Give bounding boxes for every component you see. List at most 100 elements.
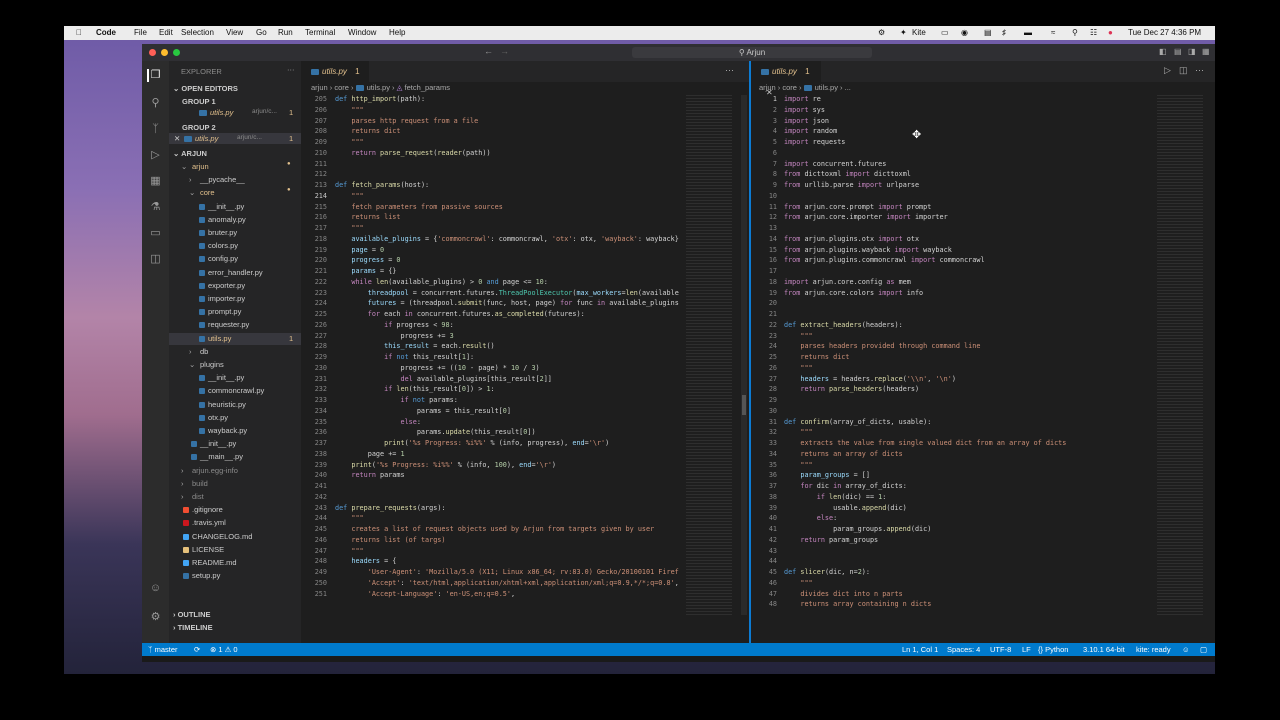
tree-file[interactable]: README.md [169, 557, 301, 569]
menu-help[interactable]: Help [389, 28, 405, 37]
menu-view[interactable]: View [226, 28, 243, 37]
tree-file[interactable]: commoncrawl.py [169, 385, 301, 397]
tree-file[interactable]: otx.py [169, 412, 301, 424]
more-actions-icon[interactable]: ⋯ [725, 65, 734, 76]
customize-layout-icon[interactable]: ▦ [1202, 47, 1210, 56]
tree-file[interactable]: requester.py [169, 319, 301, 331]
tree-file[interactable]: utils.py 1 [169, 332, 301, 345]
menu-selection[interactable]: Selection [181, 28, 214, 37]
command-center[interactable]: ⚲ Arjun [632, 47, 872, 58]
cursor-position[interactable]: Ln 1, Col 1 [902, 645, 938, 654]
menu-file[interactable]: File [134, 28, 147, 37]
manage-gear-icon[interactable]: ⚙ [149, 611, 162, 624]
tree-file[interactable]: anomaly.py [169, 214, 301, 226]
extensions-icon[interactable]: ▦ [149, 175, 162, 188]
tab-utils-py[interactable]: utils.py 1 [301, 61, 369, 82]
source-control-icon[interactable]: ᛉ [149, 123, 162, 136]
tree-file[interactable]: colors.py [169, 240, 301, 252]
menu-run[interactable]: Run [278, 28, 293, 37]
run-debug-icon[interactable]: ▷ [149, 149, 162, 162]
tree-file[interactable]: CHANGELOG.md [169, 531, 301, 543]
breadcrumb-item[interactable]: fetch_params [405, 83, 450, 92]
tree-folder[interactable]: › db [169, 346, 301, 358]
tree-file[interactable]: exporter.py [169, 280, 301, 292]
open-editor-group1[interactable]: utils.py arjun/c... 1 [169, 107, 301, 118]
tree-folder[interactable]: › arjun.egg-info [169, 465, 301, 477]
open-editor-group2[interactable]: ✕ utils.py arjun/c... 1 [169, 133, 301, 144]
tree-file[interactable]: __init__.py [169, 438, 301, 450]
tree-file[interactable]: __init__.py [169, 201, 301, 213]
close-window-icon[interactable] [149, 49, 156, 56]
open-editors-header[interactable]: ⌄ OPEN EDITORS [173, 84, 238, 93]
language-mode[interactable]: {} Python [1038, 645, 1068, 654]
tree-file[interactable]: LICENSE [169, 544, 301, 556]
toggle-panel-icon[interactable]: ▤ [1174, 47, 1182, 56]
sync-icon[interactable]: ⟳ [194, 645, 200, 654]
project-header[interactable]: ⌄ ARJUN [173, 149, 207, 158]
notifications-icon[interactable]: ▢ [1200, 645, 1207, 654]
explorer-icon[interactable]: ❐ [147, 69, 162, 82]
group1-header[interactable]: GROUP 1 [182, 97, 216, 106]
remote-explorer-icon[interactable]: ▭ [149, 227, 162, 240]
tree-file[interactable]: bruter.py [169, 227, 301, 239]
menu-go[interactable]: Go [256, 28, 267, 37]
breadcrumb-item[interactable]: arjun [311, 83, 328, 92]
battery-icon[interactable]: ▬ [1024, 28, 1032, 37]
problems-status[interactable]: ⊗ 1 ⚠ 0 [210, 645, 238, 654]
run-icon[interactable]: ▷ [1164, 65, 1171, 76]
database-icon[interactable]: ◫ [149, 253, 162, 266]
tree-file[interactable]: error_handler.py [169, 267, 301, 279]
breadcrumb-item[interactable]: ... [845, 83, 851, 92]
menu-window[interactable]: Window [348, 28, 376, 37]
encoding[interactable]: UTF-8 [990, 645, 1011, 654]
zoom-window-icon[interactable] [173, 49, 180, 56]
tree-file[interactable]: config.py [169, 253, 301, 265]
breadcrumb-item[interactable]: core [782, 83, 797, 92]
tree-folder[interactable]: › build [169, 478, 301, 490]
tree-file[interactable]: __init__.py [169, 372, 301, 384]
breadcrumb-item[interactable]: utils.py [815, 83, 838, 92]
forward-arrow-icon[interactable]: → [500, 46, 509, 56]
code-editor[interactable]: 1 import re 2 import sys 3 import json 4 import… [751, 95, 1151, 651]
testing-icon[interactable]: ⚗ [149, 201, 162, 214]
minimize-window-icon[interactable] [161, 49, 168, 56]
code-editor[interactable]: 205 def http_import(path): 206 """ 207 pars… [301, 95, 681, 651]
python-interpreter[interactable]: 3.10.1 64-bit [1083, 645, 1125, 654]
split-editor-icon[interactable]: ◫ [1179, 65, 1188, 76]
tree-file[interactable]: wayback.py [169, 425, 301, 437]
feedback-icon[interactable]: ☺ [1182, 645, 1190, 654]
timeline-header[interactable]: › TIMELINE [173, 623, 213, 632]
tray-icon[interactable]: ▤ [984, 28, 992, 37]
menu-terminal[interactable]: Terminal [305, 28, 335, 37]
tree-folder[interactable]: ⌄ core ● [169, 187, 301, 199]
more-actions-icon[interactable]: ⋯ [1195, 65, 1204, 76]
more-actions-icon[interactable]: ⋯ [287, 65, 295, 74]
tree-file[interactable]: prompt.py [169, 306, 301, 318]
indentation[interactable]: Spaces: 4 [947, 645, 980, 654]
minimap[interactable] [686, 95, 732, 615]
outline-header[interactable]: › OUTLINE [173, 610, 211, 619]
tab-utils-py[interactable]: utils.py 1 ✕ [751, 61, 821, 97]
tree-file[interactable]: .travis.yml [169, 517, 301, 529]
end-of-line[interactable]: LF [1022, 645, 1031, 654]
back-arrow-icon[interactable]: ← [484, 46, 493, 56]
tree-folder[interactable]: › dist [169, 491, 301, 503]
toggle-secondary-sidebar-icon[interactable]: ◨ [1188, 47, 1196, 56]
display-icon[interactable]: ▭ [941, 28, 949, 37]
wifi-icon[interactable]: ≈ [1051, 28, 1055, 37]
key-icon[interactable]: ♯ [1002, 28, 1006, 37]
tree-file[interactable]: setup.py [169, 570, 301, 582]
spotlight-icon[interactable]: ⚲ [1072, 28, 1078, 37]
tree-folder[interactable]: › __pycache__ [169, 174, 301, 186]
record-icon[interactable]: ◉ [961, 28, 968, 37]
kite-icon[interactable]: ✦ [900, 28, 907, 37]
group2-header[interactable]: GROUP 2 [182, 123, 216, 132]
breadcrumb-item[interactable]: arjun [759, 83, 776, 92]
tree-file[interactable]: heuristic.py [169, 399, 301, 411]
siri-icon[interactable]: ● [1108, 28, 1113, 37]
status-icon[interactable]: ⚙ [878, 28, 885, 37]
apple-icon[interactable]:  [76, 28, 82, 37]
scrollbar-thumb[interactable] [742, 395, 746, 415]
kite-status[interactable]: kite: ready [1136, 645, 1171, 654]
breadcrumb-item[interactable]: utils.py [367, 83, 390, 92]
